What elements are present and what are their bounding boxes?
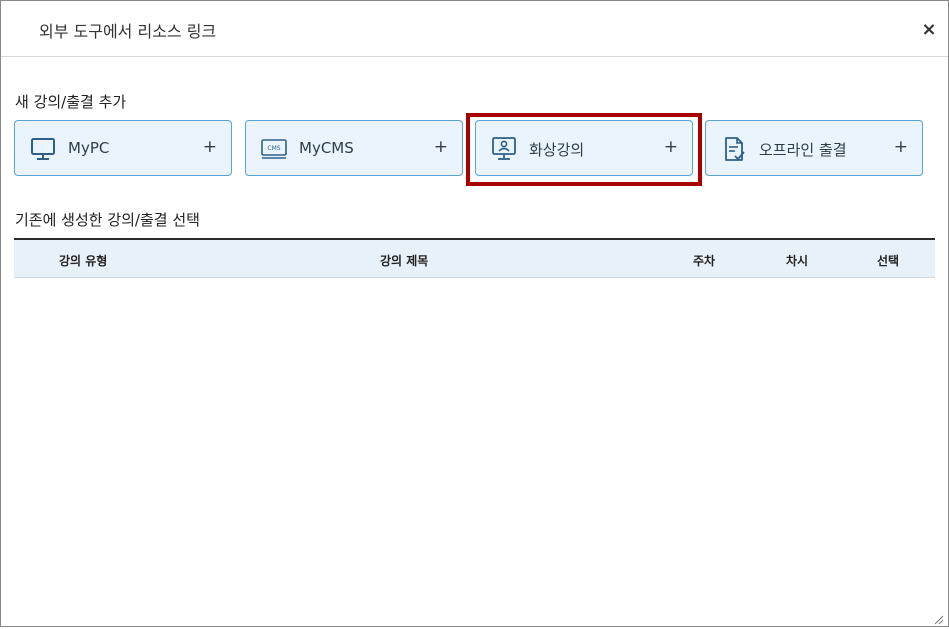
video-lecture-label: 화상강의 — [529, 141, 585, 159]
mycms-label: MyCMS — [299, 139, 354, 157]
plus-icon: + — [893, 137, 908, 157]
close-button[interactable]: × — [919, 20, 939, 40]
existing-items-table: 강의 유형 강의 제목 주차 차시 선택 — [14, 238, 935, 278]
add-video-lecture-button[interactable]: 화상강의 + — [475, 120, 693, 176]
add-mycms-button[interactable]: CMS MyCMS + — [245, 120, 463, 176]
svg-text:CMS: CMS — [267, 145, 280, 152]
plus-icon: + — [663, 137, 678, 157]
monitor-icon — [29, 135, 57, 163]
table-header: 강의 유형 강의 제목 주차 차시 선택 — [14, 238, 935, 278]
column-week[interactable]: 주차 — [693, 252, 715, 269]
resize-grip-icon[interactable] — [932, 610, 944, 625]
select-section-title: 기존에 생성한 강의/출결 선택 — [15, 211, 200, 229]
document-check-icon — [720, 135, 748, 163]
column-session[interactable]: 차시 — [786, 252, 808, 269]
add-section-title: 새 강의/출결 추가 — [15, 93, 127, 111]
cms-icon: CMS — [260, 135, 288, 163]
column-title[interactable]: 강의 제목 — [380, 252, 428, 269]
column-select[interactable]: 선택 — [877, 252, 899, 269]
offline-attendance-label: 오프라인 출결 — [759, 141, 847, 159]
dialog-title: 외부 도구에서 리소스 링크 — [39, 22, 217, 41]
add-mypc-button[interactable]: MyPC + — [14, 120, 232, 176]
link-resource-dialog: 외부 도구에서 리소스 링크 × 새 강의/출결 추가 MyPC + CMS M… — [0, 0, 949, 627]
add-offline-attendance-button[interactable]: 오프라인 출결 + — [705, 120, 923, 176]
plus-icon: + — [433, 137, 448, 157]
plus-icon: + — [202, 137, 217, 157]
column-type[interactable]: 강의 유형 — [59, 252, 107, 269]
mypc-label: MyPC — [68, 139, 110, 157]
dialog-header: 외부 도구에서 리소스 링크 × — [1, 1, 948, 57]
video-lecture-icon — [490, 135, 518, 163]
